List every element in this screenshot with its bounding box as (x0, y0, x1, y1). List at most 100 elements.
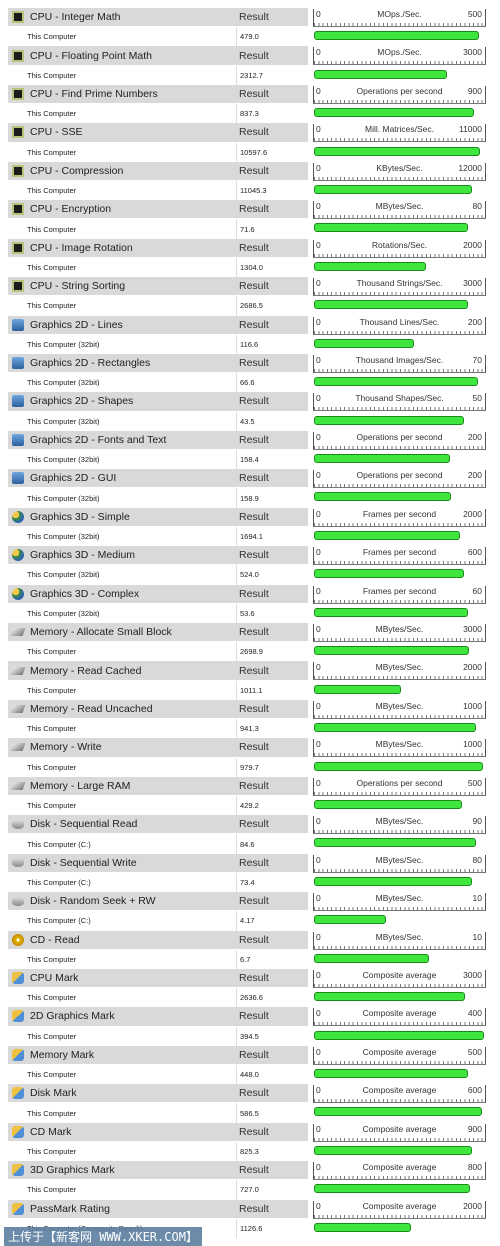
computer-label: This Computer (27, 109, 77, 119)
test-header-row[interactable]: CPU - SSE Result 0 Mill. Matrices/Sec. 1… (8, 123, 490, 143)
result-row[interactable]: This Computer 71.6 (8, 219, 490, 239)
result-row[interactable]: This Computer (C:) 4.17 (8, 911, 490, 931)
result-row[interactable]: This Computer 2636.6 (8, 988, 490, 1008)
result-row[interactable]: This Computer 979.7 (8, 757, 490, 777)
result-value: 1304.0 (236, 257, 308, 278)
test-header-row[interactable]: CPU - Integer Math Result 0 MOps./Sec. 5… (8, 8, 490, 28)
test-header-row[interactable]: Graphics 2D - GUI Result 0 Operations pe… (8, 469, 490, 489)
result-row[interactable]: This Computer 394.5 (8, 1026, 490, 1046)
scale-unit: Operations per second (356, 470, 443, 481)
result-row[interactable]: This Computer 10597.6 (8, 142, 490, 162)
test-header-row[interactable]: Graphics 3D - Medium Result 0 Frames per… (8, 546, 490, 566)
scale: 0 MBytes/Sec. 80 (313, 201, 486, 220)
result-row[interactable]: This Computer 941.3 (8, 719, 490, 739)
scale: 0 MBytes/Sec. 3000 (313, 624, 486, 642)
test-header-row[interactable]: PassMark Rating Result 0 Composite avera… (8, 1199, 490, 1219)
result-row[interactable]: This Computer 2686.5 (8, 296, 490, 316)
test-header-row[interactable]: Graphics 2D - Fonts and Text Result 0 Op… (8, 430, 490, 450)
test-header-row[interactable]: CD Mark Result 0 Composite average 900 (8, 1122, 490, 1142)
scale-max: 200 (467, 470, 482, 481)
scale-unit: Operations per second (356, 85, 443, 96)
test-header-row[interactable]: Graphics 2D - Lines Result 0 Thousand Li… (8, 315, 490, 335)
result-row[interactable]: This Computer (32bit) 53.6 (8, 603, 490, 623)
result-row[interactable]: This Computer (32bit) 43.5 (8, 411, 490, 431)
test-header-row[interactable]: CPU - String Sorting Result 0 Thousand S… (8, 277, 490, 297)
test-header-row[interactable]: Graphics 3D - Complex Result 0 Frames pe… (8, 584, 490, 604)
scale-max: 3000 (463, 969, 482, 980)
result-bar (314, 1030, 484, 1040)
test-header-row[interactable]: CPU Mark Result 0 Composite average 3000 (8, 968, 490, 989)
result-row[interactable]: This Computer 6.7 (8, 949, 490, 969)
result-header: Result (236, 1007, 308, 1027)
test-header-row[interactable]: CD - Read Result 0 MBytes/Sec. 10 (8, 930, 490, 950)
result-row[interactable]: This Computer (32bit) 116.6 (8, 334, 490, 354)
result-row[interactable]: This Computer 479.0 (8, 27, 490, 47)
test-header-row[interactable]: CPU - Compression Result 0 KBytes/Sec. 1… (8, 161, 490, 181)
test-header-row[interactable]: Disk - Random Seek + RW Result 0 MBytes/… (8, 892, 490, 912)
scale-max: 500 (467, 9, 482, 19)
test-header-row[interactable]: Graphics 2D - Shapes Result 0 Thousand S… (8, 392, 490, 412)
test-header-row[interactable]: CPU - Find Prime Numbers Result 0 Operat… (8, 84, 490, 105)
cpu-chip-icon (12, 11, 24, 24)
scale: 0 Operations per second 200 (313, 431, 486, 450)
computer-label: This Computer (27, 724, 77, 734)
test-header-row[interactable]: Disk - Sequential Write Result 0 MBytes/… (8, 853, 490, 873)
result-row[interactable]: This Computer (32bit) 158.9 (8, 488, 490, 508)
result-header: Result (236, 699, 308, 720)
computer-label: This Computer (32bit) (27, 570, 100, 580)
result-row[interactable]: This Computer 2698.9 (8, 642, 490, 662)
test-header-row[interactable]: Memory - Read Uncached Result 0 MBytes/S… (8, 699, 490, 720)
computer-label: This Computer (C:) (27, 877, 91, 887)
test-header-row[interactable]: Memory Mark Result 0 Composite average 5… (8, 1045, 490, 1065)
test-header-row[interactable]: Memory - Allocate Small Block Result 0 M… (8, 623, 490, 643)
cpu-chip-icon (12, 87, 24, 100)
result-row[interactable]: This Computer 429.2 (8, 795, 490, 816)
result-value: 727.0 (236, 1180, 308, 1200)
test-header-row[interactable]: Disk Mark Result 0 Composite average 600 (8, 1084, 490, 1104)
result-row[interactable]: This Computer (32bit) 1694.1 (8, 526, 490, 547)
result-row[interactable]: This Computer 1304.0 (8, 257, 490, 278)
result-header: Result (236, 546, 308, 566)
mark-icon (12, 1087, 24, 1100)
test-header-row[interactable]: CPU - Floating Point Math Result 0 MOps.… (8, 46, 490, 66)
result-row[interactable]: This Computer (C:) 84.6 (8, 834, 490, 854)
scale-unit: Rotations/Sec. (371, 239, 428, 250)
result-row[interactable]: This Computer (32bit) 158.4 (8, 450, 490, 470)
scale: 0 Frames per second 2000 (313, 508, 486, 527)
result-row[interactable]: This Computer (32bit) 66.6 (8, 373, 490, 393)
result-value: 941.3 (236, 719, 308, 739)
test-header-row[interactable]: Memory - Large RAM Result 0 Operations p… (8, 776, 490, 796)
result-value: 158.9 (236, 488, 308, 508)
test-header-row[interactable]: Graphics 2D - Rectangles Result 0 Thousa… (8, 353, 490, 374)
cpu-chip-icon (12, 203, 24, 216)
result-row[interactable]: This Computer (C:) 73.4 (8, 872, 490, 893)
test-header-row[interactable]: Memory - Write Result 0 MBytes/Sec. 1000 (8, 738, 490, 758)
result-value: 158.4 (236, 450, 308, 470)
test-name: CPU - Compression (30, 164, 124, 177)
result-row[interactable]: This Computer 1011.1 (8, 680, 490, 700)
test-header-row[interactable]: 2D Graphics Mark Result 0 Composite aver… (8, 1007, 490, 1027)
result-row[interactable]: This Computer 727.0 (8, 1180, 490, 1200)
result-header: Result (236, 430, 308, 450)
test-header-row[interactable]: CPU - Image Rotation Result 0 Rotations/… (8, 238, 490, 258)
result-value: 479.0 (236, 27, 308, 47)
result-row[interactable]: This Computer 11045.3 (8, 180, 490, 201)
computer-label: This Computer (27, 954, 77, 964)
test-header-row[interactable]: CPU - Encryption Result 0 MBytes/Sec. 80 (8, 200, 490, 220)
result-value: 837.3 (236, 104, 308, 124)
test-header-row[interactable]: 3D Graphics Mark Result 0 Composite aver… (8, 1161, 490, 1181)
result-row[interactable]: This Computer 2312.7 (8, 65, 490, 85)
test-header-row[interactable]: Disk - Sequential Read Result 0 MBytes/S… (8, 815, 490, 835)
scale-max: 900 (467, 1123, 482, 1134)
test-header-row[interactable]: Graphics 3D - Simple Result 0 Frames per… (8, 507, 490, 527)
disk-drive-icon (12, 819, 24, 829)
result-row[interactable]: This Computer 837.3 (8, 104, 490, 124)
result-row[interactable]: This Computer 586.5 (8, 1103, 490, 1123)
scale: 0 Rotations/Sec. 2000 (313, 239, 486, 258)
mark-icon (12, 1202, 24, 1215)
result-row[interactable]: This Computer 825.3 (8, 1141, 490, 1162)
test-header-row[interactable]: Memory - Read Cached Result 0 MBytes/Sec… (8, 661, 490, 681)
result-row[interactable]: This Computer (32bit) 524.0 (8, 565, 490, 585)
test-name: CPU - Image Rotation (30, 241, 133, 254)
result-row[interactable]: This Computer 448.0 (8, 1065, 490, 1085)
